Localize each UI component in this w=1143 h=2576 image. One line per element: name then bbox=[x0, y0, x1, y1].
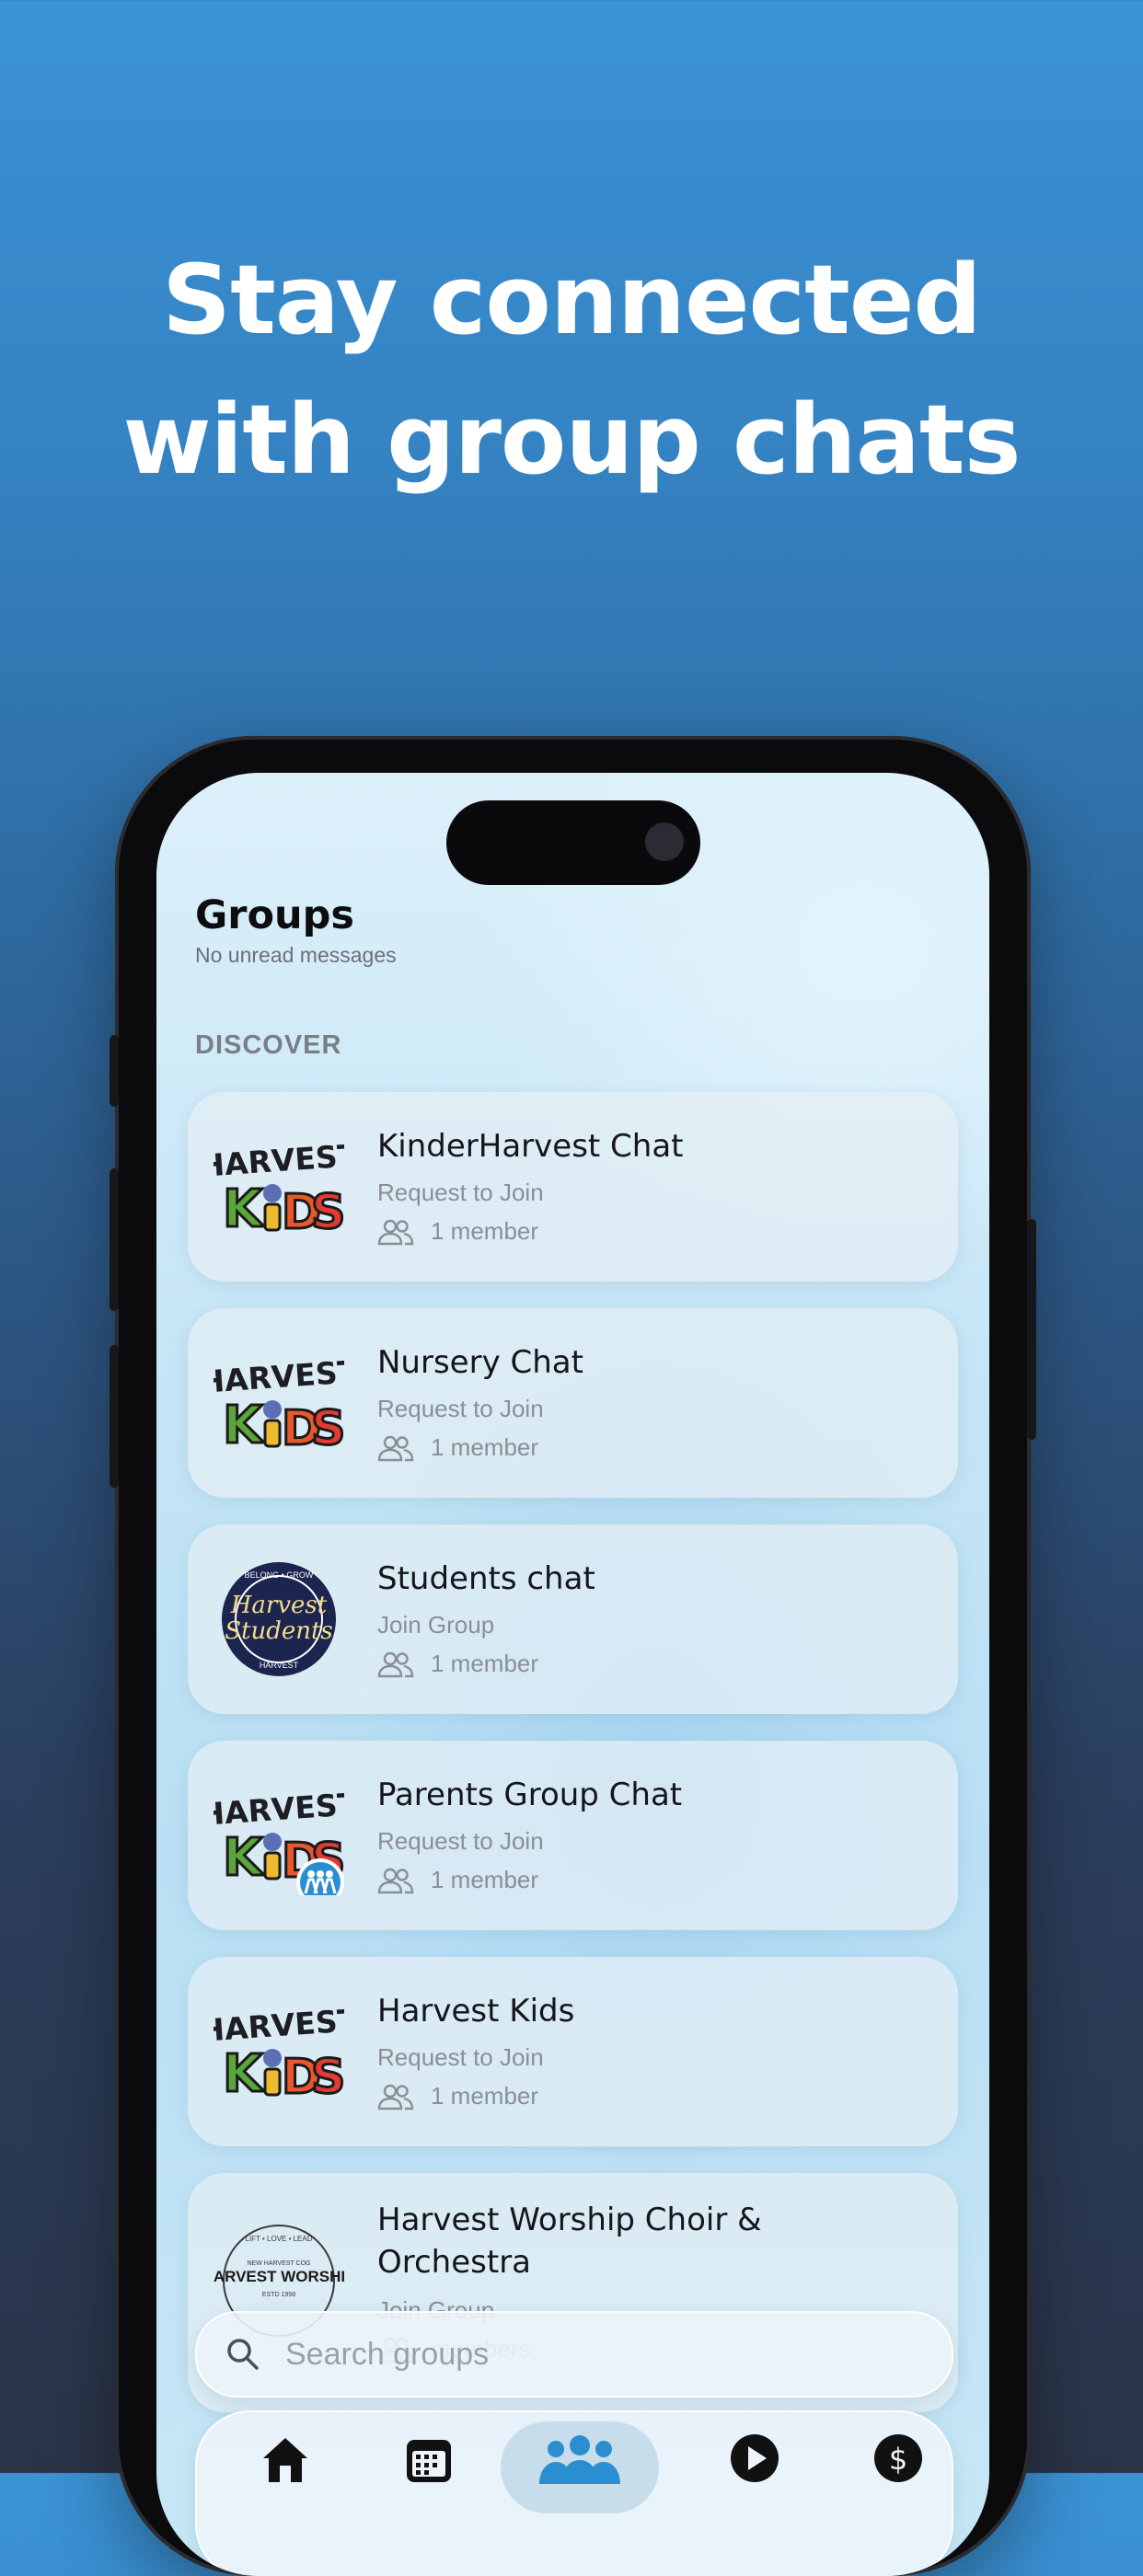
join-action[interactable]: Join Group bbox=[377, 1611, 494, 1639]
dynamic-island bbox=[446, 800, 700, 885]
giving-icon[interactable]: $ bbox=[871, 2431, 926, 2486]
promo-headline: Stay connected with group chats bbox=[0, 230, 1143, 510]
member-count-label: 1 member bbox=[431, 1866, 539, 1893]
group-card-kinderharvest[interactable]: HARVEST K D S KinderHarvest Chat Request… bbox=[188, 1092, 958, 1282]
svg-text:K: K bbox=[223, 1828, 265, 1888]
phone-power-button bbox=[1027, 1219, 1036, 1440]
group-name: Nursery Chat bbox=[377, 1344, 583, 1381]
svg-text:LIFT • LOVE • LEAD: LIFT • LOVE • LEAD bbox=[245, 2235, 312, 2243]
harvest-students-logo: BELONG • GROW Harvest Students HARVEST bbox=[222, 1562, 336, 1676]
svg-text:Harvest: Harvest bbox=[230, 1592, 328, 1619]
group-name: Harvest Kids bbox=[377, 1993, 575, 2030]
svg-text:HARVEST: HARVEST bbox=[214, 1786, 344, 1833]
people-icon bbox=[377, 2084, 414, 2110]
phone-action-button bbox=[110, 1035, 119, 1107]
headline-line-1: Stay connected bbox=[162, 244, 982, 356]
search-icon bbox=[227, 2339, 259, 2370]
svg-text:HARVEST: HARVEST bbox=[260, 1661, 299, 1670]
svg-text:$: $ bbox=[889, 2442, 907, 2477]
svg-text:S: S bbox=[311, 2050, 344, 2105]
headline-line-2: with group chats bbox=[122, 384, 1021, 496]
member-count: 1 member bbox=[377, 1217, 538, 1246]
people-icon bbox=[377, 1435, 414, 1461]
member-count-label: 1 member bbox=[431, 2082, 539, 2110]
people-icon bbox=[377, 1651, 414, 1677]
group-name: KinderHarvest Chat bbox=[377, 1128, 684, 1165]
svg-text:S: S bbox=[311, 1185, 344, 1240]
group-name: Harvest Worship Choir & Orchestra bbox=[377, 2202, 762, 2281]
phone-volume-down-button bbox=[110, 1345, 119, 1488]
harvest-kids-logo: HARVEST K D S bbox=[214, 1353, 344, 1458]
phone-volume-up-button bbox=[110, 1168, 119, 1311]
svg-text:NEW HARVEST COG: NEW HARVEST COG bbox=[248, 2260, 311, 2267]
group-card-parents[interactable]: HARVEST K D S Parents Group Chat Request… bbox=[188, 1741, 958, 1930]
group-card-nursery[interactable]: HARVEST K D S Nursery Chat Request to Jo… bbox=[188, 1308, 958, 1498]
member-count-label: 1 member bbox=[431, 1433, 539, 1461]
svg-text:HARVEST: HARVEST bbox=[214, 2002, 344, 2049]
unread-status: No unread messages bbox=[195, 943, 397, 967]
harvest-kids-logo: HARVEST K D S bbox=[214, 1786, 344, 1895]
phone-screen: Groups No unread messages DISCOVER HARVE… bbox=[156, 773, 989, 2576]
people-icon bbox=[377, 1868, 414, 1893]
member-count-label: 1 member bbox=[431, 1217, 539, 1245]
member-count: 1 member bbox=[377, 1433, 538, 1462]
group-card-students[interactable]: BELONG • GROW Harvest Students HARVEST S… bbox=[188, 1524, 958, 1714]
home-icon[interactable] bbox=[258, 2431, 313, 2486]
join-action[interactable]: Request to Join bbox=[377, 1179, 544, 1207]
people-icon bbox=[377, 1219, 414, 1245]
harvest-kids-logo: HARVEST K D S bbox=[214, 2002, 344, 2107]
svg-text:S: S bbox=[311, 1401, 344, 1456]
svg-text:BELONG • GROW: BELONG • GROW bbox=[245, 1570, 314, 1580]
search-input[interactable] bbox=[283, 2335, 839, 2374]
group-card-harvest-kids[interactable]: HARVEST K D S Harvest Kids Request to Jo… bbox=[188, 1957, 958, 2146]
camera-lens bbox=[645, 822, 684, 861]
svg-text:K: K bbox=[223, 1179, 265, 1239]
play-icon[interactable] bbox=[727, 2431, 782, 2486]
svg-text:HARVEST: HARVEST bbox=[214, 1137, 344, 1184]
calendar-icon[interactable] bbox=[401, 2431, 456, 2486]
svg-text:K: K bbox=[223, 2044, 265, 2104]
join-action[interactable]: Request to Join bbox=[377, 1827, 544, 1856]
groups-icon[interactable] bbox=[534, 2431, 626, 2486]
member-count: 1 member bbox=[377, 2082, 538, 2110]
tab-bar: $ bbox=[195, 2410, 953, 2576]
harvest-kids-logo: HARVEST K D S bbox=[214, 1137, 344, 1242]
svg-text:Students: Students bbox=[225, 1617, 333, 1645]
member-count: 1 member bbox=[377, 1650, 538, 1678]
svg-text:K: K bbox=[223, 1396, 265, 1455]
join-action[interactable]: Request to Join bbox=[377, 1395, 544, 1423]
search-bar[interactable] bbox=[195, 2311, 953, 2398]
svg-text:HARVEST WORSHIP: HARVEST WORSHIP bbox=[214, 2268, 344, 2285]
member-count: 1 member bbox=[377, 1866, 538, 1894]
member-count-label: 1 member bbox=[431, 1650, 539, 1677]
group-name: Parents Group Chat bbox=[377, 1777, 683, 1813]
svg-text:ESTD 1998: ESTD 1998 bbox=[262, 2292, 295, 2298]
section-label-discover: DISCOVER bbox=[195, 1030, 342, 1060]
join-action[interactable]: Request to Join bbox=[377, 2043, 544, 2072]
group-name: Students chat bbox=[377, 1560, 595, 1597]
page-title: Groups bbox=[195, 892, 355, 938]
svg-text:HARVEST: HARVEST bbox=[214, 1353, 344, 1400]
